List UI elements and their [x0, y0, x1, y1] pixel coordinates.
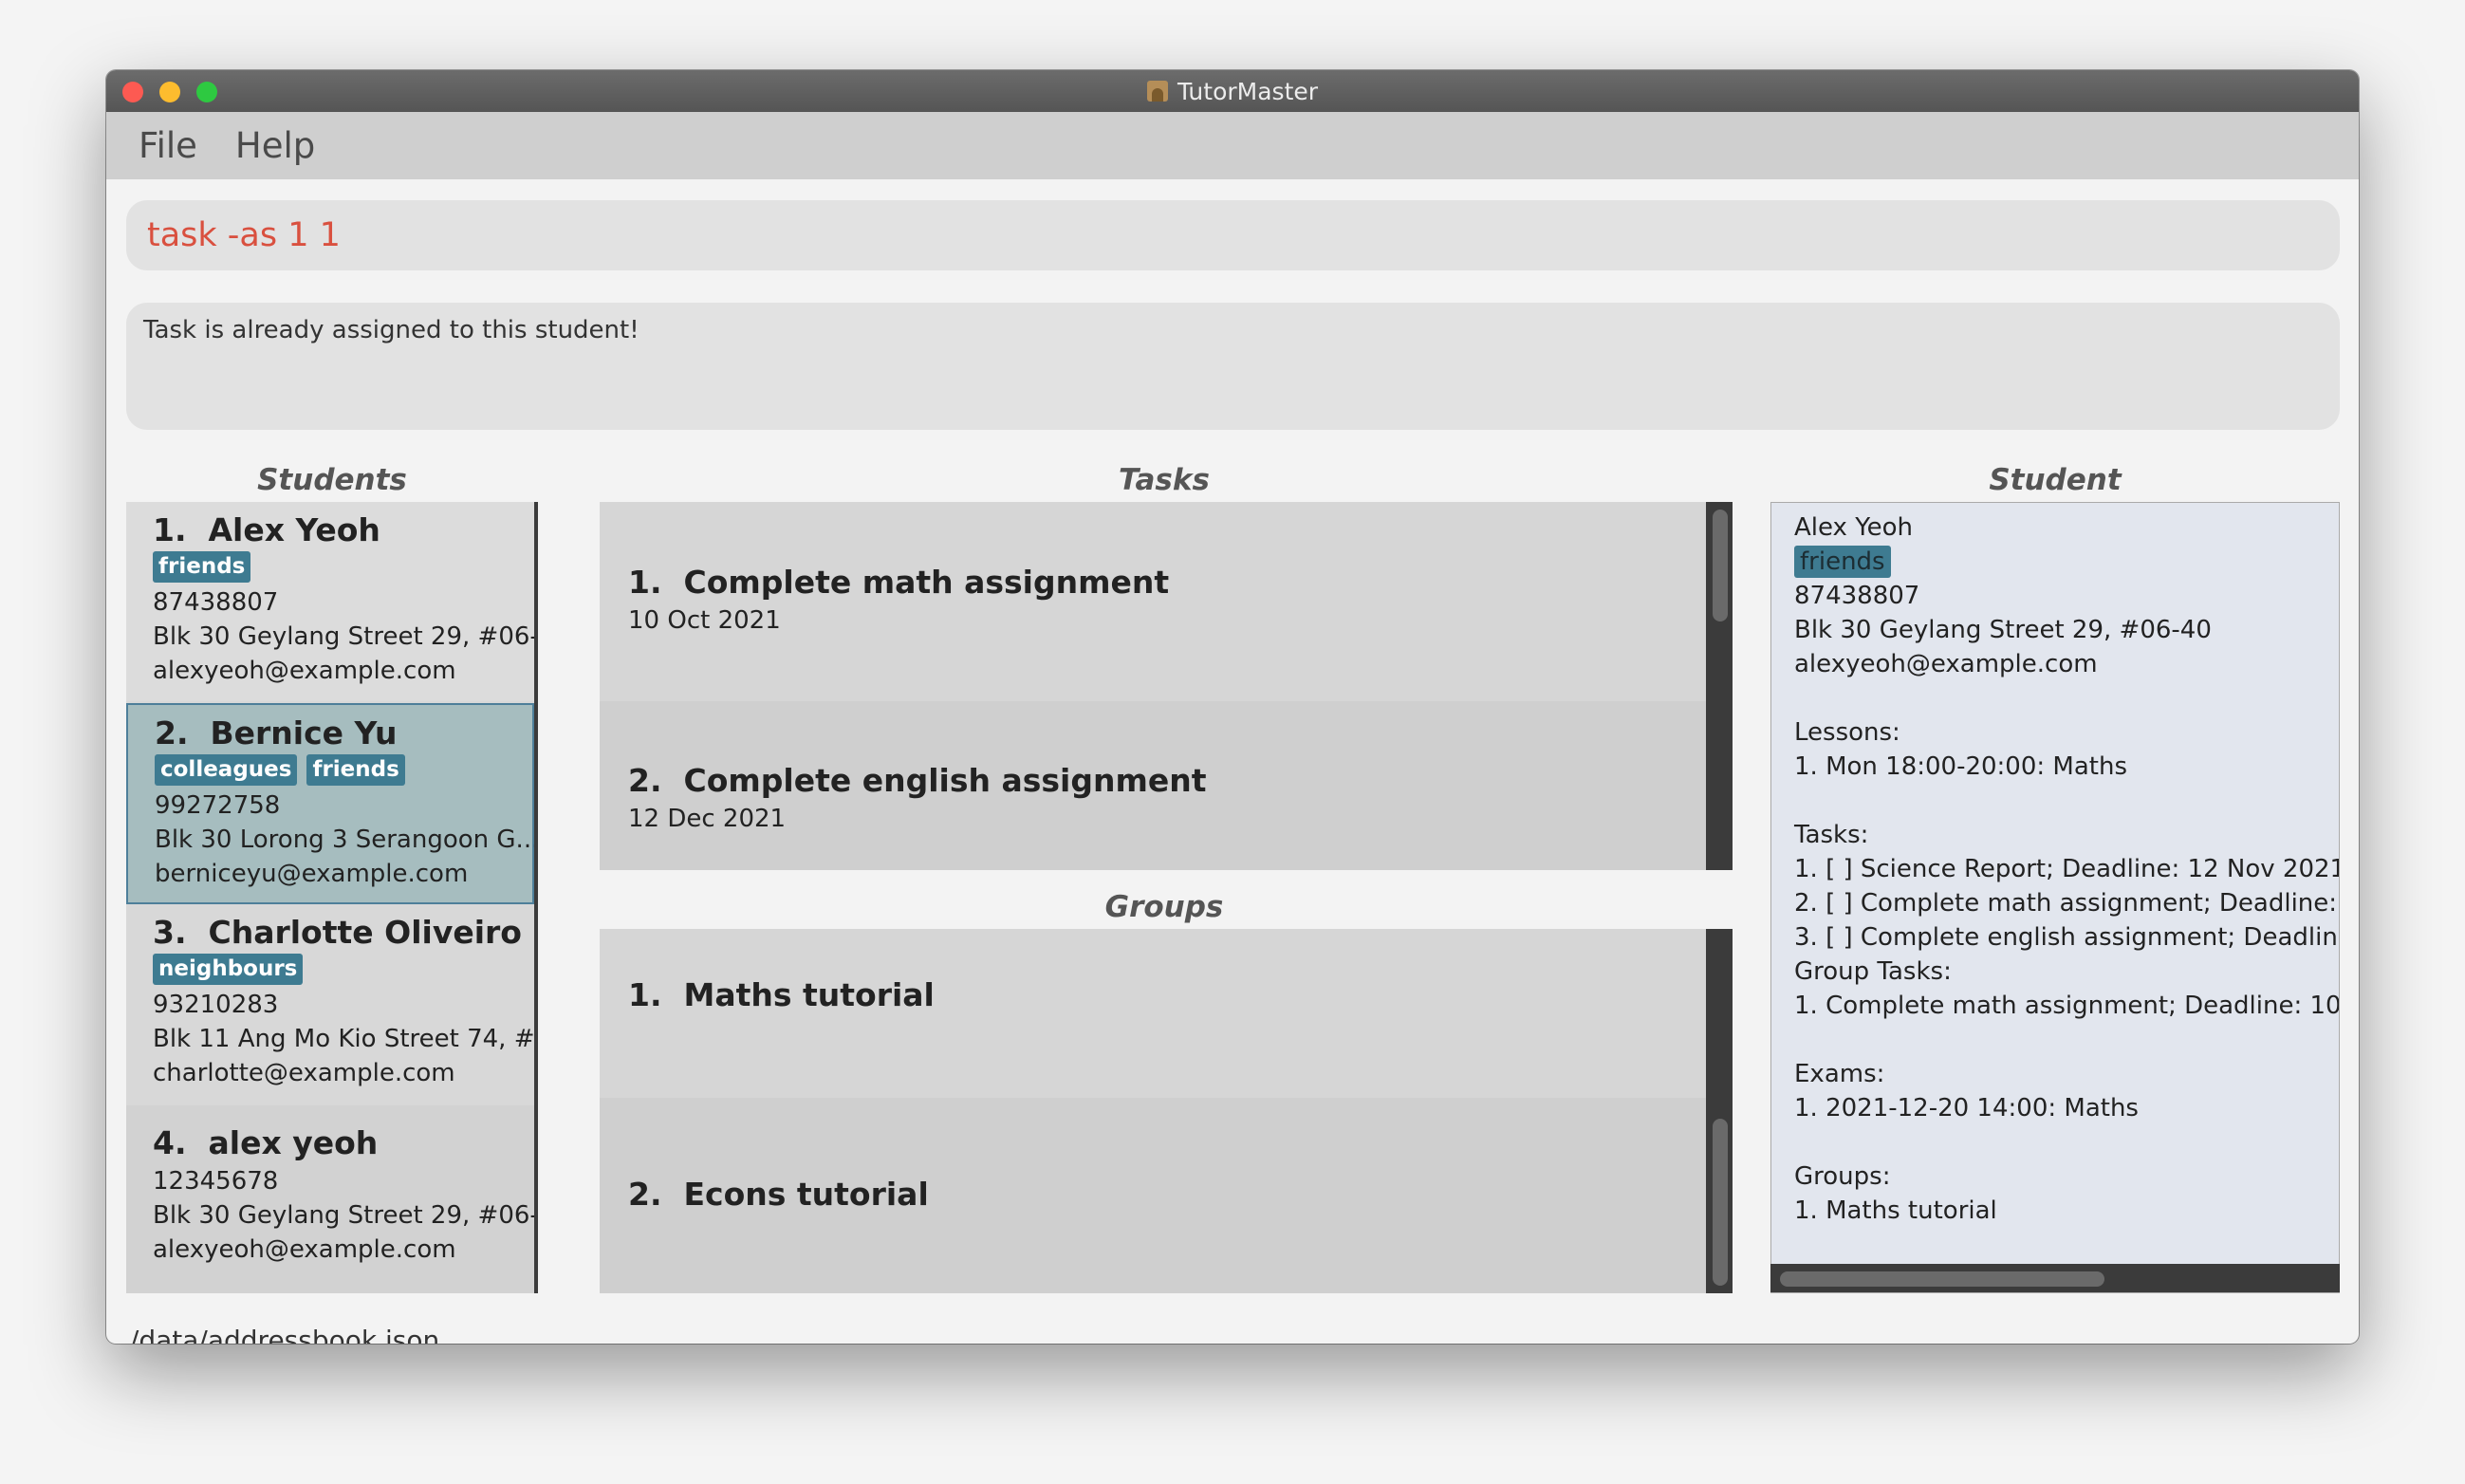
app-window: TutorMaster File Help task -as 1 1 Task … — [106, 70, 2359, 1344]
menu-help[interactable]: Help — [235, 125, 315, 166]
result-display: Task is already assigned to this student… — [126, 303, 2340, 430]
group-name: 2. Econs tutorial — [628, 1176, 929, 1213]
detail-phone: 87438807 — [1794, 582, 1920, 610]
student-phone: 87438807 — [153, 588, 279, 617]
menu-bar: File Help — [106, 112, 2359, 179]
student-detail-panel: Alex Yeoh friends 87438807 Blk 30 Geylan… — [1770, 502, 2340, 1293]
student-phone: 93210283 — [153, 991, 279, 1019]
result-text: Task is already assigned to this student… — [143, 316, 639, 344]
task-card-1[interactable]: 1. Complete math assignment 10 Oct 2021 — [600, 502, 1710, 701]
student-detail-hscrollbar[interactable] — [1770, 1264, 2340, 1292]
student-card-2[interactable]: 2. Bernice Yu colleagues friends 99272758… — [126, 703, 538, 904]
tag-badge: neighbours — [153, 954, 304, 985]
tasks-scrollbar[interactable] — [1706, 502, 1733, 870]
menu-file[interactable]: File — [139, 125, 197, 166]
groups-list: 1. Maths tutorial 2. Econs tutorial — [600, 929, 1733, 1293]
detail-lessons-label: Lessons: — [1794, 718, 1900, 747]
students-panel-title: Students — [257, 463, 407, 497]
detail-task-item: 2. [ ] Complete math assignment; Deadlin… — [1794, 889, 2340, 918]
detail-group-tasks-label: Group Tasks: — [1794, 957, 1952, 986]
student-address: Blk 30 Geylang Street 29, #06-... — [153, 1201, 538, 1230]
student-panel-title: Student — [1989, 463, 2122, 497]
student-address: Blk 30 Geylang Street 29, #06-... — [153, 622, 538, 651]
window-title: TutorMaster — [1177, 77, 1319, 105]
student-email: alexyeoh@example.com — [153, 657, 456, 685]
student-phone: 99272758 — [155, 791, 281, 820]
tag-badge: colleagues — [155, 754, 298, 786]
student-name: 3. Charlotte Oliveiro — [153, 914, 522, 951]
group-card-2[interactable]: 2. Econs tutorial — [600, 1098, 1710, 1293]
detail-lesson-item: 1. Mon 18:00-20:00: Maths — [1794, 752, 2127, 781]
tasks-panel-title: Tasks — [1119, 463, 1210, 497]
task-name: 2. Complete english assignment — [628, 762, 1207, 799]
tag-badge: friends — [306, 754, 405, 786]
student-address: Blk 11 Ang Mo Kio Street 74, #... — [153, 1025, 538, 1053]
detail-address: Blk 30 Geylang Street 29, #06-40 — [1794, 616, 2212, 644]
group-name: 1. Maths tutorial — [628, 976, 935, 1013]
groups-scrollbar[interactable] — [1706, 929, 1733, 1293]
student-email: charlotte@example.com — [153, 1059, 455, 1087]
detail-name: Alex Yeoh — [1794, 513, 1914, 542]
groups-panel-title: Groups — [1104, 890, 1224, 924]
task-card-2[interactable]: 2. Complete english assignment 12 Dec 20… — [600, 701, 1710, 870]
students-list: 1. Alex Yeoh friends 87438807 Blk 30 Gey… — [126, 502, 538, 1293]
detail-group-task-item: 1. Complete math assignment; Deadline: 1… — [1794, 992, 2340, 1020]
detail-groups-label: Groups: — [1794, 1162, 1891, 1191]
student-card-1[interactable]: 1. Alex Yeoh friends 87438807 Blk 30 Gey… — [126, 502, 538, 701]
student-address: Blk 30 Lorong 3 Serangoon G... — [155, 825, 538, 854]
detail-task-item: 1. [ ] Science Report; Deadline: 12 Nov … — [1794, 855, 2340, 883]
detail-tag: friends — [1794, 546, 1891, 578]
detail-group-item: 1. Maths tutorial — [1794, 1196, 1997, 1225]
status-bar-path: ./data/addressbook.json — [121, 1325, 440, 1344]
tasks-list: 1. Complete math assignment 10 Oct 2021 … — [600, 502, 1733, 870]
student-email: berniceyu@example.com — [155, 860, 469, 888]
student-email: alexyeoh@example.com — [153, 1235, 456, 1264]
groups-scrollbar-thumb[interactable] — [1713, 1119, 1728, 1286]
students-scrollbar[interactable] — [534, 502, 538, 1293]
student-detail-hscrollbar-thumb[interactable] — [1780, 1271, 2104, 1287]
app-icon — [1146, 81, 1168, 102]
group-card-1[interactable]: 1. Maths tutorial — [600, 929, 1710, 1098]
detail-email: alexyeoh@example.com — [1794, 650, 2098, 678]
task-date: 10 Oct 2021 — [628, 606, 781, 635]
detail-task-item: 3. [ ] Complete english assignment; Dead… — [1794, 923, 2340, 952]
task-name: 1. Complete math assignment — [628, 564, 1170, 601]
student-name: 1. Alex Yeoh — [153, 511, 380, 548]
detail-tasks-label: Tasks: — [1794, 821, 1869, 849]
student-phone: 12345678 — [153, 1167, 279, 1196]
student-card-3[interactable]: 3. Charlotte Oliveiro neighbours 9321028… — [126, 904, 538, 1104]
detail-exam-item: 1. 2021-12-20 14:00: Maths — [1794, 1094, 2139, 1122]
title-bar: TutorMaster — [106, 70, 2359, 112]
task-date: 12 Dec 2021 — [628, 805, 787, 833]
student-name: 2. Bernice Yu — [155, 714, 398, 751]
command-text: task -as 1 1 — [147, 216, 341, 254]
tasks-scrollbar-thumb[interactable] — [1713, 510, 1728, 621]
student-card-4[interactable]: 4. alex yeoh 12345678 Blk 30 Geylang Str… — [126, 1105, 538, 1293]
tag-badge: friends — [153, 551, 251, 583]
student-name: 4. alex yeoh — [153, 1124, 379, 1161]
command-input[interactable]: task -as 1 1 — [126, 200, 2340, 270]
detail-exams-label: Exams: — [1794, 1060, 1885, 1088]
